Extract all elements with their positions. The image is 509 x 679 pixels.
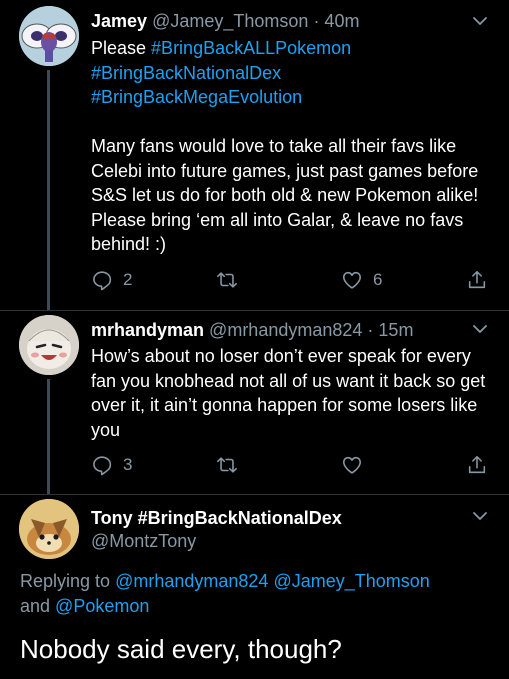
avatar[interactable] <box>19 315 79 375</box>
share-icon <box>468 455 486 474</box>
thread-line <box>47 379 50 494</box>
replying-and: and <box>20 596 56 616</box>
mention-link[interactable]: @mrhandyman824 <box>115 571 268 591</box>
username[interactable]: @MontzTony <box>91 531 196 551</box>
like-icon <box>342 271 362 289</box>
tweet-header: mrhandyman @mrhandyman824 · 15m <box>91 318 413 342</box>
timestamp[interactable]: · 15m <box>367 320 413 340</box>
reply-icon <box>93 271 112 291</box>
timestamp[interactable]: · 40m <box>313 11 359 31</box>
replying-to-label: Replying to <box>20 571 116 591</box>
username-row: @MontzTony <box>91 529 196 553</box>
retweet-icon <box>217 272 237 288</box>
tweet-header: Tony #BringBackNationalDex <box>91 506 342 530</box>
mention-link[interactable]: @Jamey_Thomson <box>273 571 429 591</box>
hashtag-link[interactable]: #BringBackALLPokemon <box>151 38 351 58</box>
avatar[interactable] <box>19 6 79 66</box>
display-name[interactable]: Jamey <box>91 11 147 31</box>
tweet-text: Nobody said every, though? <box>20 634 342 664</box>
tweet-text: How’s about no loser don’t ever speak fo… <box>91 344 491 442</box>
like-icon <box>342 456 362 474</box>
thread-line <box>47 70 50 310</box>
retweet-button[interactable] <box>216 267 248 293</box>
like-button[interactable]: 6 <box>341 267 382 293</box>
tweet-mrhandyman[interactable]: mrhandyman @mrhandyman824 · 15m How’s ab… <box>0 311 509 494</box>
tweet-actions: 3 <box>91 452 491 478</box>
tweet-actions: 2 6 <box>91 267 491 293</box>
reply-count: 3 <box>123 455 133 474</box>
tweet-jamey[interactable]: Jamey @Jamey_Thomson · 40m Please #Bring… <box>0 0 509 310</box>
tweet-text-segment: Many fans would love to take all their f… <box>91 136 479 254</box>
tweet-text-segment: Please <box>91 38 152 58</box>
mention-link[interactable]: @Pokemon <box>55 596 149 616</box>
tweet-text: Please #BringBackALLPokemon #BringBackNat… <box>91 36 491 257</box>
replying-to: Replying to @mrhandyman824 @Jamey_Thomso… <box>20 569 490 619</box>
reply-button[interactable]: 3 <box>91 452 132 478</box>
display-name[interactable]: mrhandyman <box>91 320 204 340</box>
hashtag-link[interactable]: #BringBackMegaEvolution <box>91 87 302 107</box>
chevron-down-icon[interactable] <box>471 12 489 30</box>
share-button[interactable] <box>466 452 488 478</box>
chevron-down-icon[interactable] <box>471 507 489 525</box>
retweet-icon <box>217 457 237 473</box>
tweet-text-segment: How’s about no loser don’t ever speak fo… <box>91 346 486 440</box>
like-button[interactable] <box>341 452 373 478</box>
share-button[interactable] <box>466 267 488 293</box>
hashtag-link[interactable]: #BringBackNationalDex <box>91 63 281 83</box>
username[interactable]: @mrhandyman824 <box>209 320 362 340</box>
tweet-focused[interactable]: Tony #BringBackNationalDex @MontzTony Re… <box>0 495 509 679</box>
share-icon <box>468 270 486 289</box>
chevron-down-icon[interactable] <box>471 320 489 338</box>
display-name[interactable]: Tony #BringBackNationalDex <box>91 508 342 528</box>
retweet-button[interactable] <box>216 452 248 478</box>
tweet-header: Jamey @Jamey_Thomson · 40m <box>91 9 359 33</box>
like-count: 6 <box>373 270 383 289</box>
reply-button[interactable]: 2 <box>91 267 132 293</box>
username[interactable]: @Jamey_Thomson <box>152 11 308 31</box>
avatar[interactable] <box>19 499 79 559</box>
reply-count: 2 <box>123 270 133 289</box>
reply-icon <box>93 456 112 476</box>
